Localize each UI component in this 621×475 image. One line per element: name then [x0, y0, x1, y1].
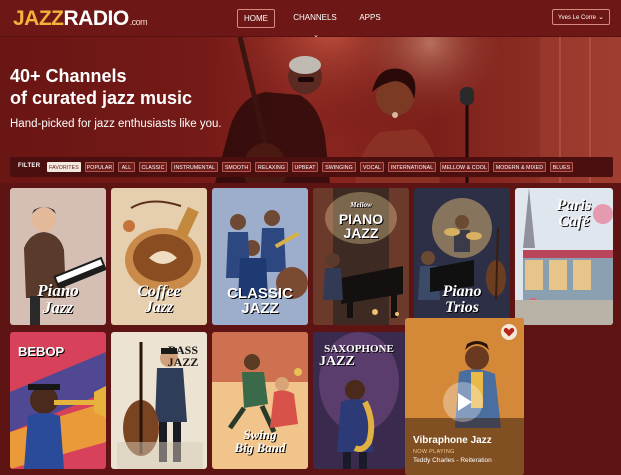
logo-jazz-text: JAZZ [13, 7, 64, 30]
filter-bar: FILTER FAVORITES POPULAR ALL CLASSIC INS… [10, 157, 613, 177]
channel-card-piano-trios[interactable]: Piano Trios [414, 188, 510, 325]
filter-chip-popular[interactable]: POPULAR [85, 162, 114, 172]
filter-chip-all[interactable]: ALL [118, 162, 135, 172]
play-button[interactable] [443, 382, 483, 422]
play-icon [458, 393, 472, 411]
channel-card-coffee-jazz[interactable]: Coffee Jazz [111, 188, 207, 325]
filter-chip-smooth[interactable]: SMOOTH [222, 162, 251, 172]
filter-chip-modern-mixed[interactable]: MODERN & MIXED [493, 162, 546, 172]
heart-icon [503, 327, 515, 337]
nav-channels[interactable]: CHANNELS ⌄ [290, 9, 340, 39]
filter-chip-upbeat[interactable]: UPBEAT [292, 162, 318, 172]
channel-card-paris-cafe[interactable]: Paris Café [515, 188, 613, 325]
now-playing-card[interactable]: Vibraphone Jazz NOW PLAYING Teddy Charle… [405, 318, 524, 475]
channel-card-bass-jazz[interactable]: BASS JAZZ [111, 332, 207, 469]
hero-title-line1: 40+ Channels [10, 66, 127, 86]
channel-card-saxophone-jazz[interactable]: SAXOPHONE JAZZ [313, 332, 405, 469]
filter-chip-blues[interactable]: BLUES [550, 162, 573, 172]
favorite-button[interactable] [501, 324, 517, 340]
user-menu-select[interactable]: Yves Le Corre ⌄ [552, 9, 610, 25]
swing-title-line2: Big Band [234, 440, 286, 455]
filter-label: FILTER [18, 163, 41, 169]
nav-home[interactable]: HOME [237, 9, 275, 28]
logo-radio-text: RADIO [63, 7, 130, 30]
piano-jazz-title-line1: Piano [37, 281, 79, 300]
bebop-title: BEBOP [18, 344, 65, 359]
now-playing-channel: Vibraphone Jazz [413, 435, 492, 446]
filter-chip-mellow-cool[interactable]: MELLOW & COOL [440, 162, 489, 172]
bass-jazz-title-line2: JAZZ [167, 355, 199, 369]
coffee-jazz-title: Coffee Jazz [111, 284, 207, 316]
bass-jazz-title: BASS JAZZ [161, 344, 205, 368]
filter-chip-instrumental[interactable]: INSTRUMENTAL [171, 162, 218, 172]
channel-card-swing-big-band[interactable]: Swing Big Band [212, 332, 308, 469]
logo-com-text: .com [129, 17, 148, 27]
mellow-piano-jazz-title: PIANO JAZZ [313, 212, 409, 240]
now-playing-track: Teddy Charles - Reiteration [413, 457, 492, 464]
hero-subtitle: Hand-picked for jazz enthusiasts like yo… [10, 118, 222, 130]
piano-jazz-title: Piano Jazz [10, 282, 106, 316]
filter-chip-favorites[interactable]: FAVORITES [47, 162, 81, 172]
piano-trios-title-line1: Piano [442, 283, 482, 300]
filter-chip-vocal[interactable]: VOCAL [360, 162, 384, 172]
saxophone-jazz-title: SAXOPHONE JAZZ [313, 344, 405, 369]
channel-card-mellow-piano-jazz[interactable]: Mellow PIANO JAZZ [313, 188, 409, 325]
filter-chip-international[interactable]: INTERNATIONAL [388, 162, 436, 172]
mellow-piano-title-line2: JAZZ [343, 225, 379, 241]
channel-card-classic-jazz[interactable]: CLASSIC JAZZ [212, 188, 308, 325]
channel-card-bebop[interactable]: BEBOP [10, 332, 106, 469]
user-name: Yves Le Corre [558, 15, 597, 21]
paris-cafe-title: Paris Café [539, 198, 609, 230]
channel-card-piano-jazz[interactable]: Piano Jazz [10, 188, 106, 325]
filter-chip-swinging[interactable]: SWINGING [322, 162, 356, 172]
classic-jazz-title-line2: JAZZ [241, 300, 279, 317]
hero-title: 40+ Channels of curated jazz music [10, 65, 192, 109]
coffee-jazz-title-line1: Coffee [137, 283, 181, 300]
filter-chip-relaxing[interactable]: RELAXING [255, 162, 288, 172]
hero-title-line2: of curated jazz music [10, 88, 193, 108]
swing-big-band-title: Swing Big Band [212, 428, 308, 454]
mellow-piano-small-title: Mellow [350, 201, 372, 209]
nav-channels-label: CHANNELS [293, 13, 337, 22]
classic-jazz-title: CLASSIC JAZZ [212, 286, 308, 316]
filter-chip-classic[interactable]: CLASSIC [139, 162, 167, 172]
coffee-jazz-title-line2: Jazz [144, 299, 174, 316]
piano-jazz-title-line2: Jazz [42, 298, 74, 317]
paris-cafe-title-line2: Café [558, 213, 590, 230]
nav-apps[interactable]: APPS [359, 9, 381, 26]
chevron-down-icon: ⌄ [598, 14, 604, 21]
jazzradio-logo[interactable]: JAZZRADIO.com [13, 7, 148, 31]
now-playing-label: NOW PLAYING [413, 449, 455, 455]
piano-trios-title: Piano Trios [414, 284, 510, 316]
mellow-piano-title-line1: PIANO [338, 211, 384, 227]
piano-trios-title-line2: Trios [444, 299, 480, 316]
classic-jazz-title-line1: CLASSIC [227, 285, 293, 302]
sax-title-line2: JAZZ [319, 354, 355, 369]
top-nav: JAZZRADIO.com HOME CHANNELS ⌄ APPS Yves … [0, 0, 621, 39]
paris-cafe-title-line1: Paris [556, 197, 592, 214]
